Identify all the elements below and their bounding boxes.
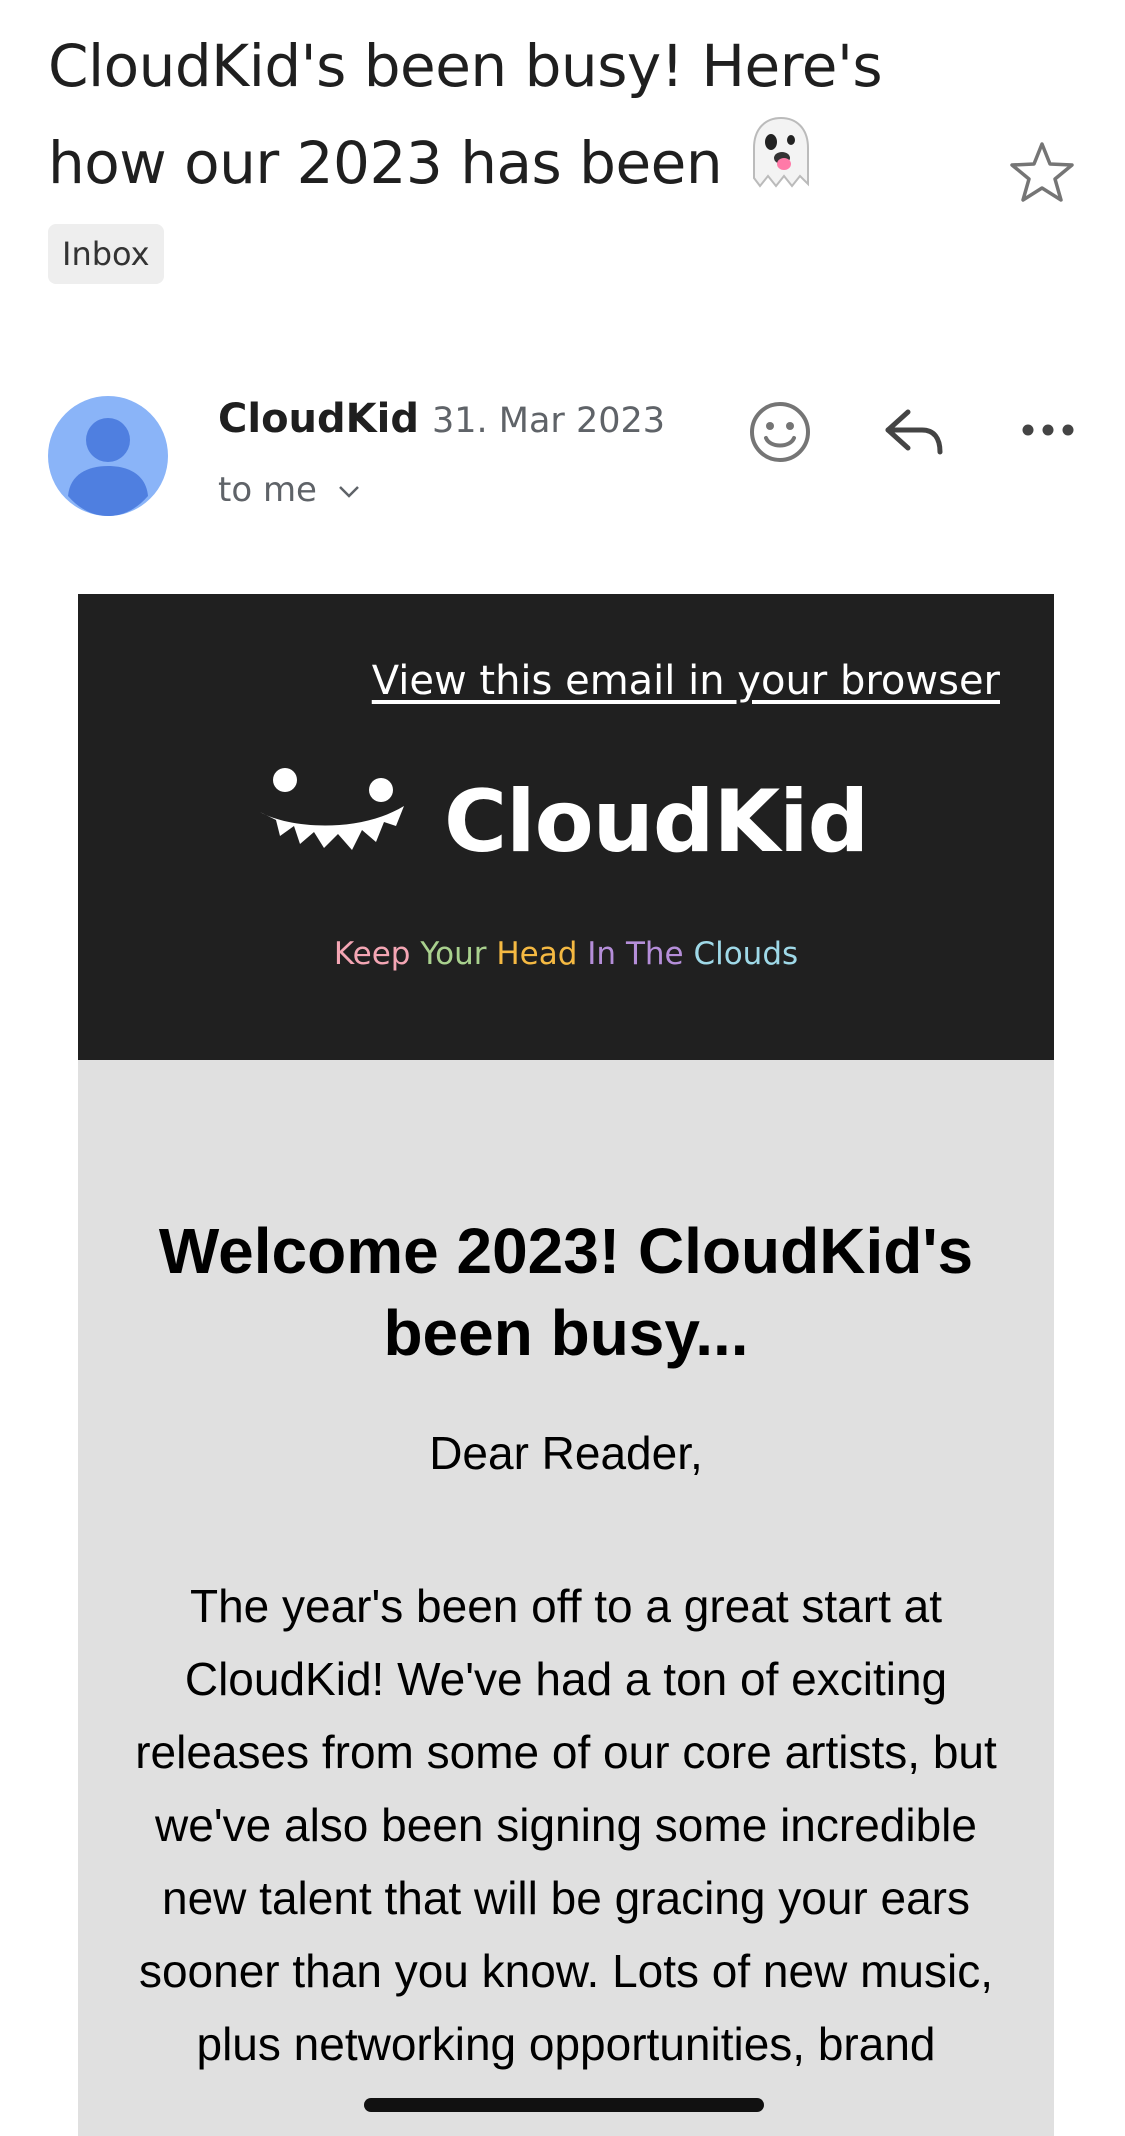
cloudkid-logo-icon <box>258 764 408 869</box>
tagline: Keep Your Head In The Clouds <box>78 936 1054 972</box>
newsletter-body: Welcome 2023! CloudKid's been busy... De… <box>78 1060 1054 2136</box>
sender-name: CloudKid <box>218 396 419 442</box>
email-subject: CloudKid's been busy! Here's how our 202… <box>48 18 948 220</box>
more-horizontal-icon <box>1022 424 1074 436</box>
newsletter-headline: Welcome 2023! CloudKid's been busy... <box>158 1215 974 1369</box>
tagline-word: Clouds <box>693 936 799 972</box>
home-indicator[interactable] <box>364 2098 764 2112</box>
newsletter-header: View this email in your browser CloudKid… <box>78 594 1054 1060</box>
email-date: 31. Mar 2023 <box>432 401 666 441</box>
reply-button[interactable] <box>882 404 946 465</box>
recipient-label: to me <box>218 470 317 510</box>
recipient-toggle[interactable]: to me <box>218 470 360 510</box>
newsletter-paragraph: The year's been off to a great start at … <box>135 1580 997 2070</box>
star-icon <box>1010 142 1074 202</box>
newsletter-greeting: Dear Reader, <box>429 1427 703 1479</box>
tagline-word: Head <box>496 936 578 972</box>
cloudkid-wordmark: CloudKid <box>444 772 869 872</box>
star-button[interactable] <box>1010 140 1074 204</box>
chevron-down-icon <box>338 485 359 498</box>
view-in-browser-link[interactable]: View this email in your browser <box>372 658 1000 704</box>
tagline-word: Keep <box>333 936 411 972</box>
reply-icon <box>885 409 943 455</box>
ghost-emoji-icon <box>746 114 816 220</box>
emoji-smile-icon <box>750 402 810 462</box>
tagline-word: In <box>587 936 617 972</box>
inbox-label-chip[interactable]: Inbox <box>48 224 164 284</box>
more-options-button[interactable] <box>1020 418 1076 447</box>
tagline-word: The <box>625 936 684 972</box>
subject-line-1: CloudKid's been busy! Here's <box>48 32 883 100</box>
emoji-reaction-button[interactable] <box>748 400 812 469</box>
tagline-word: Your <box>420 936 487 972</box>
sender-avatar[interactable] <box>48 396 168 516</box>
subject-line-2: how our 2023 has been <box>48 129 723 198</box>
